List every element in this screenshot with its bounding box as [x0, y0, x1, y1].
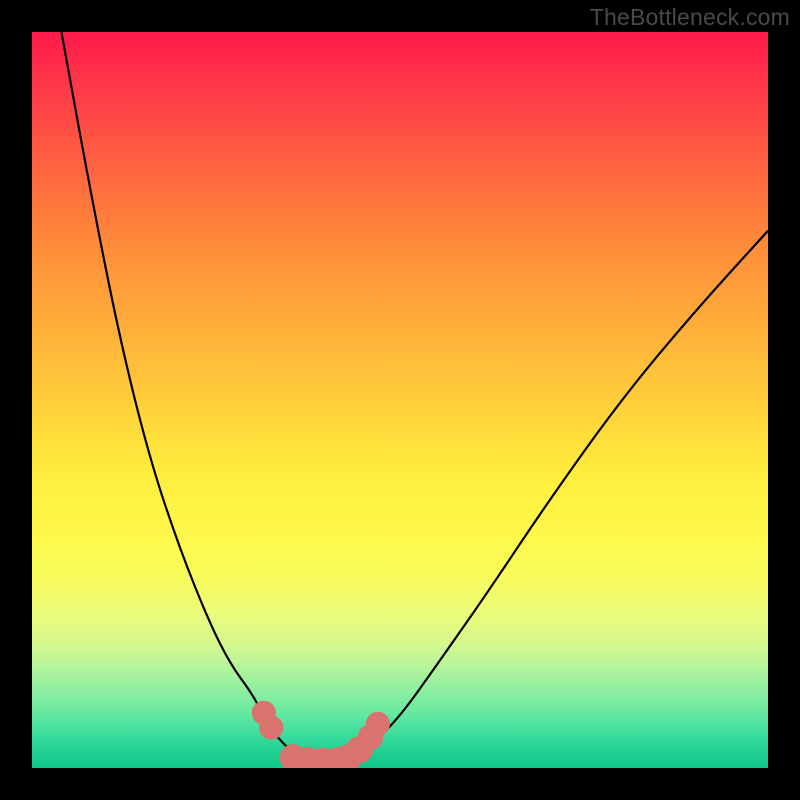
curves-svg	[32, 32, 768, 768]
left-curve	[61, 32, 319, 764]
right-curve	[341, 231, 768, 764]
highlight-marker	[259, 715, 283, 739]
chart-frame: TheBottleneck.com	[0, 0, 800, 800]
plot-area	[32, 32, 768, 768]
highlight-marker	[366, 712, 390, 736]
marker-group	[252, 701, 390, 768]
watermark-text: TheBottleneck.com	[590, 4, 790, 31]
